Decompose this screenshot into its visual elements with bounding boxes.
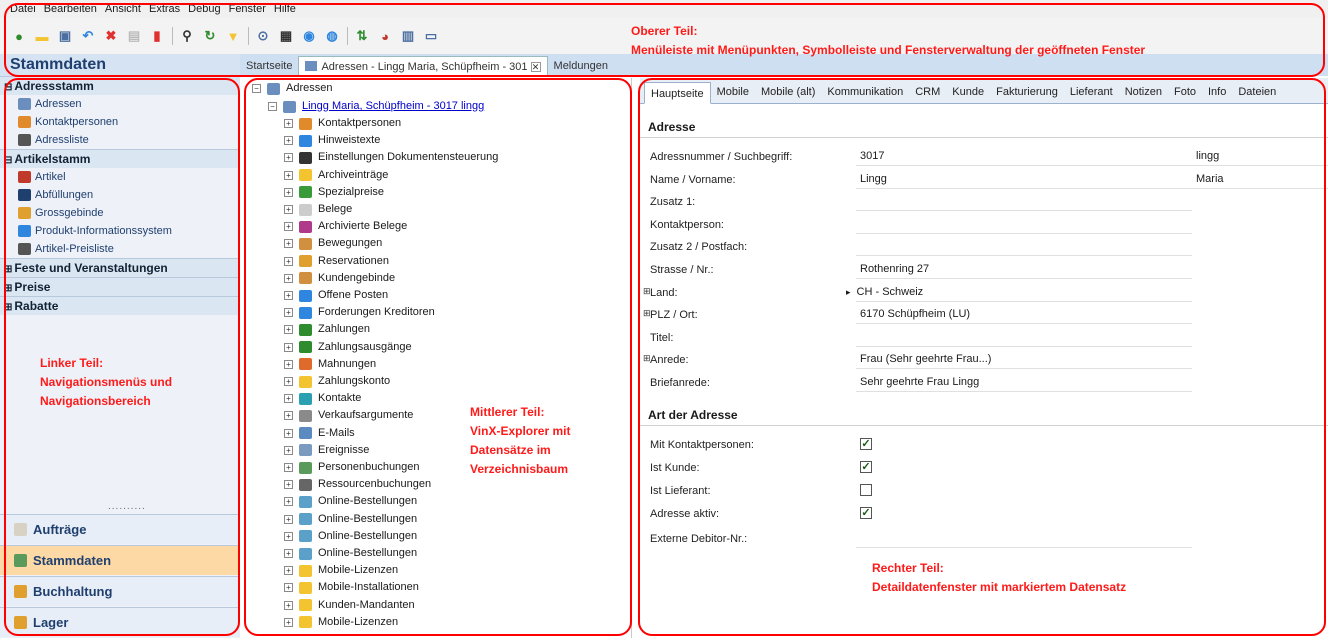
annotation-left-text-2: Navigationsbereich [40, 394, 151, 408]
annotation-right-heading: Rechter Teil: [872, 561, 944, 575]
annotation-box-right [638, 78, 1326, 636]
annotation-top-heading: Oberer Teil: [631, 24, 698, 38]
annotation-left-heading: Linker Teil: [40, 356, 104, 370]
annotation-right: Rechter Teil: Detaildatenfenster mit mar… [872, 559, 1126, 597]
annotation-top: Oberer Teil: Menüleiste mit Menüpunkten,… [631, 22, 1145, 60]
annotation-middle-text-3: Verzeichnisbaum [470, 462, 569, 476]
annotation-left: Linker Teil: Navigationsmenüs und Naviga… [40, 354, 172, 411]
annotation-top-text: Menüleiste mit Menüpunkten, Symbolleiste… [631, 43, 1146, 57]
annotation-middle-heading: Mittlerer Teil: [470, 405, 545, 419]
annotation-middle-text-2: Datensätze im [470, 443, 551, 457]
annotation-left-text-1: Navigationsmenüs und [40, 375, 173, 389]
annotation-right-text: Detaildatenfenster mit markiertem Datens… [872, 580, 1127, 594]
annotation-box-middle [244, 78, 632, 636]
annotation-middle-text-1: VinX-Explorer mit [470, 424, 571, 438]
annotation-middle: Mittlerer Teil: VinX-Explorer mit Datens… [470, 403, 570, 479]
